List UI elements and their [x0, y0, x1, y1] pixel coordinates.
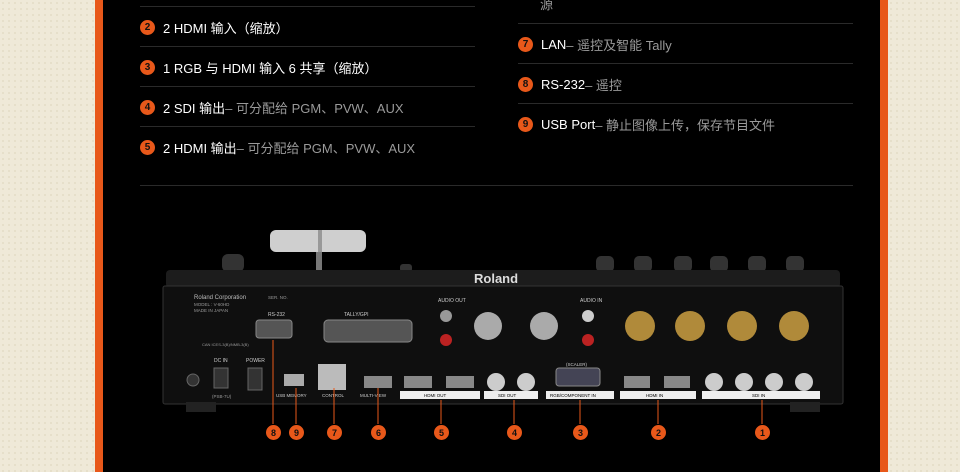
callout-badge: 5	[434, 425, 449, 440]
audio-in-label: AUDIO IN	[580, 298, 603, 304]
sdi-in-label: SDI IN	[752, 393, 765, 398]
callout-badge: 4	[507, 425, 522, 440]
rs232-label: RS-232	[268, 312, 285, 318]
scaler-label: (SCALER)	[566, 362, 588, 367]
device-made-label: MADE IN JAPAN	[194, 308, 228, 313]
brand-logo: Roland	[474, 271, 518, 286]
callout-badge: 7	[327, 425, 342, 440]
hdmi-out-label: HDMI OUT	[424, 393, 446, 398]
device-serial-label: SER. NO.	[268, 295, 288, 300]
device-rear-panel-image: Roland Roland Corporation SER. NO. MODEL…	[162, 230, 844, 424]
usb-label: USB MEMORY	[276, 393, 307, 398]
dc-in-label: DC IN	[214, 358, 228, 364]
device-model-label: MODEL : V-60HD	[194, 302, 230, 307]
device-corp-label: Roland Corporation	[194, 295, 246, 301]
multiview-label: MULTI-VIEW	[360, 393, 387, 398]
psu-label: (PSB-7U)	[212, 394, 232, 399]
callout-badge: 3	[573, 425, 588, 440]
sdi-out-label: SDI OUT	[498, 393, 517, 398]
rgb-in-label: RGB/COMPONENT IN	[550, 393, 596, 398]
callout-badge: 6	[371, 425, 386, 440]
callout-badge: 8	[266, 425, 281, 440]
audio-out-label: AUDIO OUT	[438, 298, 466, 304]
tally-label: TALLY/GPI	[344, 312, 369, 318]
hdmi-in-label: HDMI IN	[646, 393, 663, 398]
compliance-label: CAN ICES-3(B)/NMB-3(B)	[202, 342, 249, 347]
callout-badge: 1	[755, 425, 770, 440]
callout-badge: 2	[651, 425, 666, 440]
callout-badge: 9	[289, 425, 304, 440]
power-label: POWER	[246, 358, 265, 364]
control-label: CONTROL	[322, 393, 344, 398]
